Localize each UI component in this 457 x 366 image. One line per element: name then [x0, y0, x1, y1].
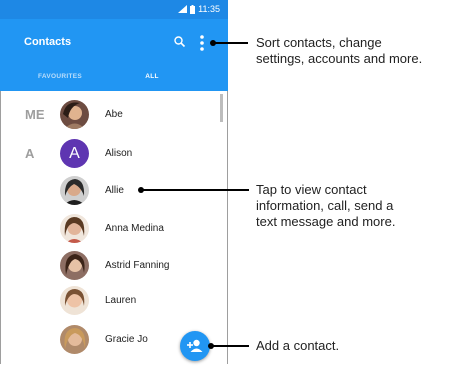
- section-header: ME: [25, 107, 45, 122]
- callout-text: Tap to view contact information, call, s…: [256, 182, 396, 229]
- tab-bar: FAVOURITES ALL: [0, 63, 228, 91]
- contact-name: Abe: [105, 109, 123, 120]
- avatar-letter: A: [69, 145, 80, 162]
- contact-name: Gracie Jo: [105, 334, 148, 345]
- contact-row-abe[interactable]: ME Abe: [1, 97, 229, 133]
- page-title: Contacts: [24, 36, 72, 48]
- contact-avatar: [60, 286, 89, 315]
- contact-name: Allie: [105, 185, 124, 196]
- callout-text: Add a contact.: [256, 338, 340, 353]
- contact-row-alison[interactable]: A A Alison: [1, 136, 229, 172]
- phone-screen: 11:35 Contacts FAVOURITES ALL ME Abe A A…: [0, 0, 228, 364]
- app-bar: Contacts FAVOURITES ALL: [0, 19, 228, 91]
- contact-row-lauren[interactable]: Lauren: [1, 283, 229, 319]
- tab-favourites[interactable]: FAVOURITES: [22, 63, 98, 91]
- contact-row-astrid-fanning[interactable]: Astrid Fanning: [1, 248, 229, 284]
- callout-line: [141, 189, 249, 191]
- status-time: 11:35: [198, 4, 220, 14]
- contact-row-allie[interactable]: Allie: [1, 173, 229, 209]
- contact-name: Alison: [105, 148, 133, 159]
- tab-all[interactable]: ALL: [114, 63, 190, 91]
- status-bar: 11:35: [0, 0, 228, 19]
- add-contact-icon: [187, 339, 203, 352]
- callout-line: [212, 42, 248, 44]
- section-header: A: [25, 146, 35, 161]
- add-contact-button[interactable]: [180, 331, 210, 361]
- contact-avatar: [60, 251, 89, 280]
- contact-list[interactable]: ME Abe A A Alison Allie Anna Medina Astr…: [0, 91, 228, 364]
- callout-text: Sort contacts, change settings, accounts…: [256, 35, 423, 66]
- contact-avatar: [60, 100, 89, 129]
- callout-line: [211, 345, 249, 347]
- more-options-icon[interactable]: [197, 34, 207, 52]
- contact-avatar: [60, 214, 89, 243]
- contact-avatar: A: [60, 139, 89, 168]
- contact-avatar: [60, 325, 89, 354]
- contact-avatar: [60, 176, 89, 205]
- contact-name: Lauren: [105, 295, 137, 306]
- search-icon[interactable]: [173, 35, 187, 49]
- contact-name: Anna Medina: [105, 223, 164, 234]
- contact-row-anna-medina[interactable]: Anna Medina: [1, 211, 229, 247]
- battery-icon: [190, 4, 196, 14]
- signal-icon: [178, 5, 188, 13]
- contact-name: Astrid Fanning: [105, 260, 170, 271]
